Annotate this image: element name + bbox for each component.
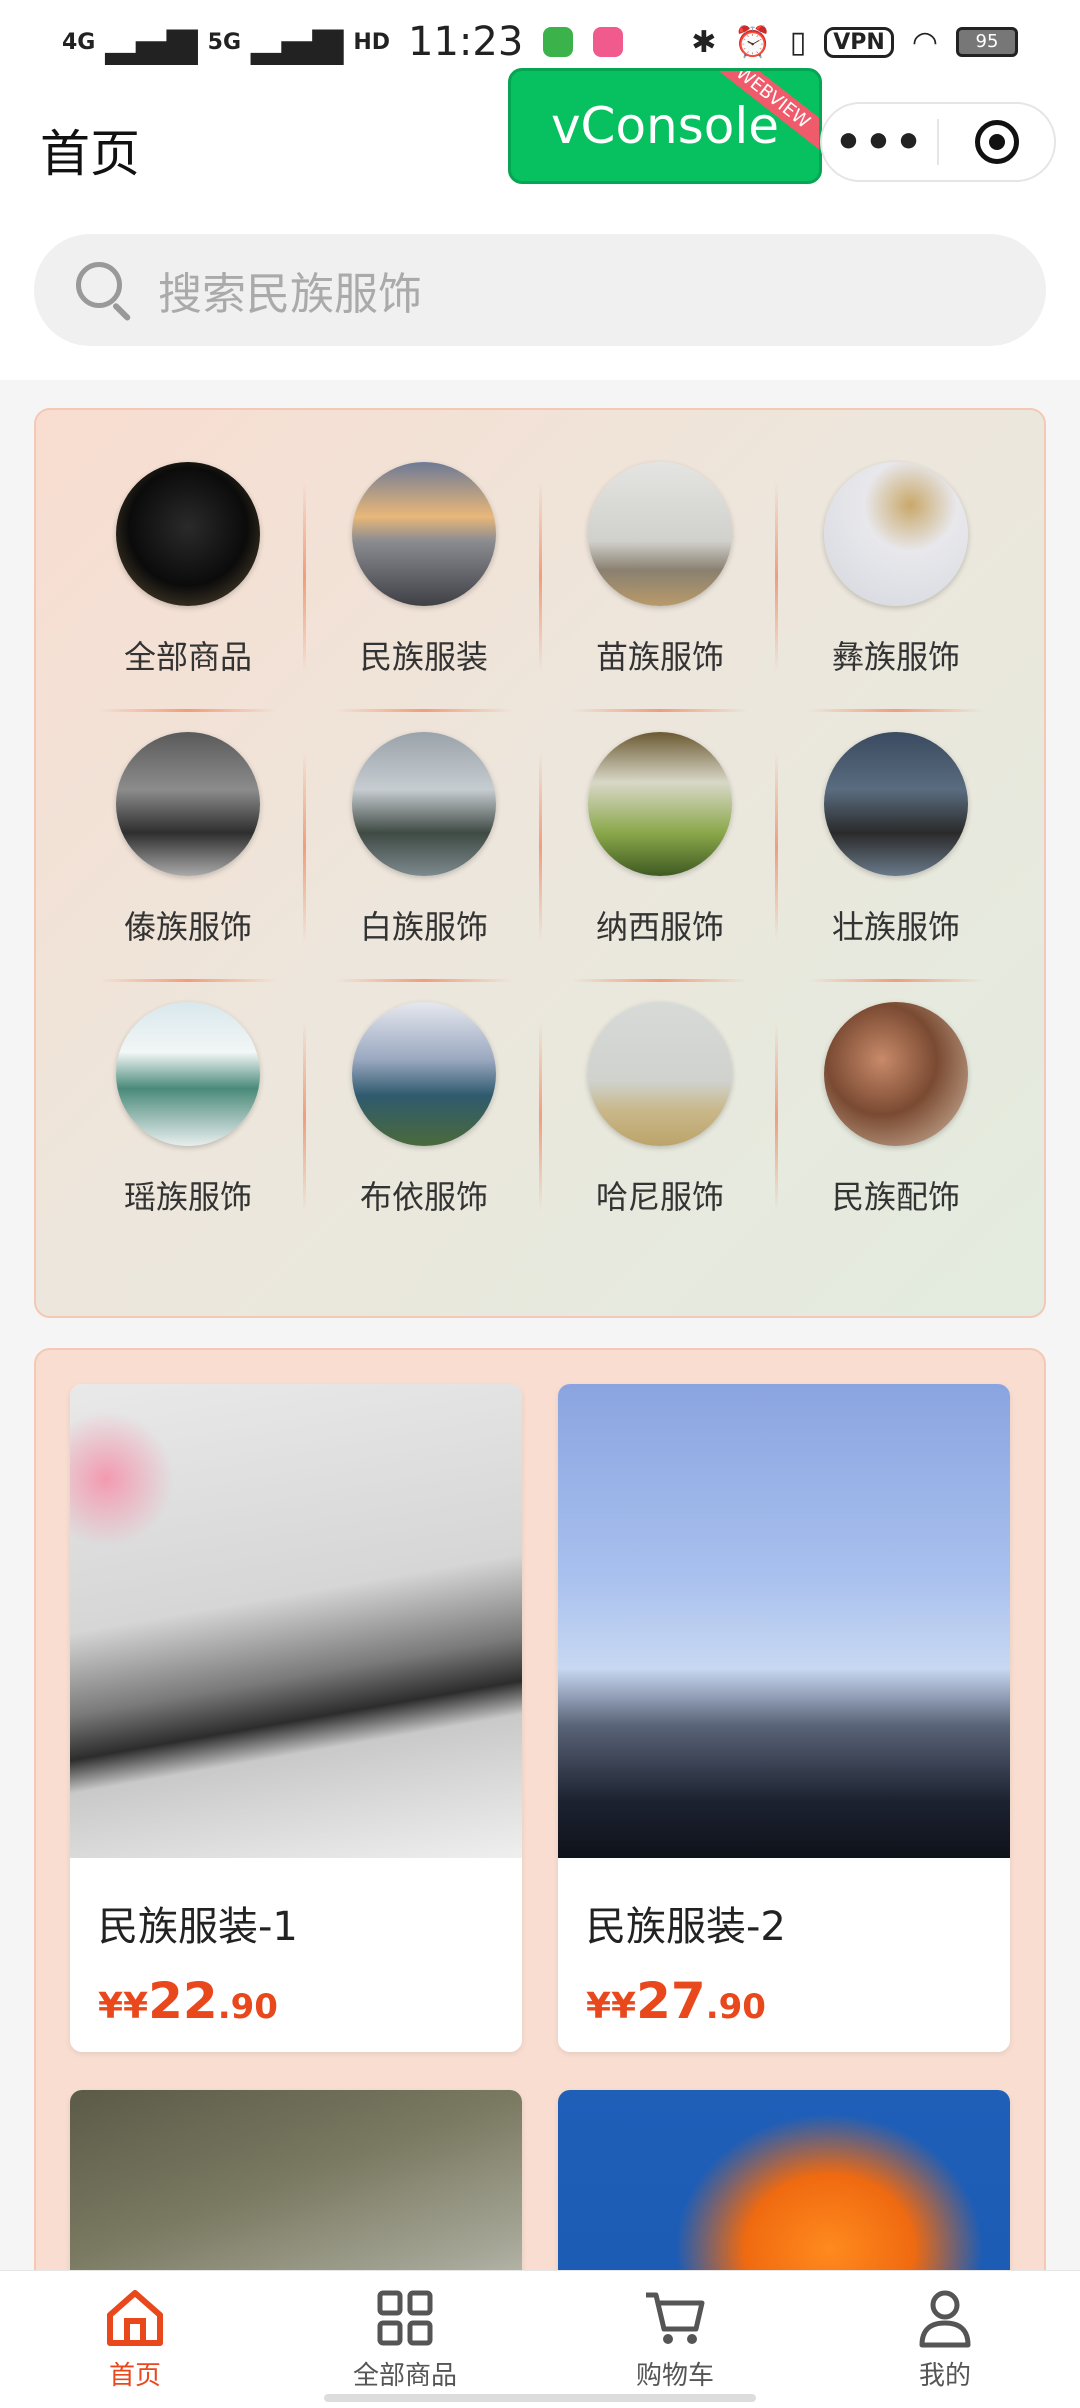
product-image-turntable[interactable] bbox=[70, 1384, 522, 1858]
category-item[interactable]: 民族服装 bbox=[306, 462, 542, 732]
category-item[interactable]: 傣族服饰 bbox=[70, 732, 306, 1002]
category-label: 壮族服饰 bbox=[831, 908, 960, 946]
grid-icon bbox=[377, 2290, 433, 2346]
search-placeholder: 搜索民族服饰 bbox=[158, 269, 422, 320]
app-notification-icon bbox=[593, 27, 624, 57]
tab-label: 首页 bbox=[108, 2361, 161, 2391]
product-price: ¥¥22.90 bbox=[98, 1972, 278, 2030]
product-card[interactable]: 民族服装-1 ¥¥22.90 bbox=[70, 1384, 522, 2052]
product-name: 民族服装-2 bbox=[586, 1904, 786, 1950]
category-thumbnail[interactable] bbox=[116, 462, 260, 606]
target-icon bbox=[974, 120, 1019, 164]
more-dots-icon: ••• bbox=[834, 116, 925, 168]
more-button[interactable]: ••• bbox=[822, 104, 937, 180]
app-notification-icon bbox=[543, 27, 574, 57]
category-divider bbox=[808, 979, 984, 982]
category-label: 布依服饰 bbox=[359, 1178, 488, 1216]
category-thumbnail[interactable] bbox=[352, 732, 496, 876]
category-item[interactable]: 苗族服饰 bbox=[542, 462, 778, 732]
category-label: 彝族服饰 bbox=[831, 638, 960, 676]
bluetooth-icon: ✱ bbox=[691, 24, 717, 60]
category-thumbnail[interactable] bbox=[824, 732, 968, 876]
product-name: 民族服装-1 bbox=[98, 1904, 298, 1950]
category-item[interactable]: 全部商品 bbox=[70, 462, 306, 732]
category-thumbnail[interactable] bbox=[824, 1002, 968, 1146]
category-item[interactable]: 瑶族服饰 bbox=[70, 1002, 306, 1272]
category-divider bbox=[100, 979, 276, 982]
signal-4g: 4G bbox=[62, 29, 96, 55]
tab-all-products[interactable]: 全部商品 bbox=[270, 2271, 540, 2408]
category-thumbnail[interactable] bbox=[588, 1002, 732, 1146]
clock: 11:23 bbox=[408, 19, 524, 65]
vconsole-label: vConsole bbox=[550, 97, 780, 155]
home-indicator bbox=[324, 2394, 756, 2402]
search-input[interactable]: 搜索民族服饰 bbox=[34, 234, 1046, 346]
battery-icon: 95 bbox=[956, 27, 1018, 57]
category-thumbnail[interactable] bbox=[588, 732, 732, 876]
hd-badge: HD bbox=[353, 29, 391, 55]
tab-label: 全部商品 bbox=[352, 2361, 457, 2391]
category-label: 白族服饰 bbox=[359, 908, 488, 946]
product-card[interactable]: 民族服装-2 ¥¥27.90 bbox=[558, 1384, 1010, 2052]
product-panel: 民族服装-1 ¥¥22.90 民族服装-2 ¥¥27.90 bbox=[34, 1348, 1046, 2408]
signal-bars-icon: ▂▄▆ bbox=[105, 19, 198, 65]
category-divider bbox=[100, 709, 276, 712]
category-label: 哈尼服饰 bbox=[595, 1178, 724, 1216]
home-icon bbox=[107, 2290, 163, 2346]
search-area: 搜索民族服饰 bbox=[0, 204, 1080, 380]
product-price: ¥¥27.90 bbox=[586, 1972, 766, 2030]
tab-cart[interactable]: 购物车 bbox=[540, 2271, 810, 2408]
signal-bars-icon: ▂▄▆ bbox=[251, 19, 344, 65]
category-divider bbox=[336, 709, 512, 712]
category-thumbnail[interactable] bbox=[588, 462, 732, 606]
miniprogram-capsule: ••• bbox=[820, 102, 1056, 182]
search-icon bbox=[74, 260, 134, 322]
category-item[interactable]: 民族配饰 bbox=[778, 1002, 1014, 1272]
category-divider bbox=[572, 709, 748, 712]
product-image-mountain[interactable] bbox=[558, 1384, 1010, 1858]
cart-icon bbox=[646, 2292, 705, 2344]
alarm-icon: ⏰ bbox=[734, 24, 772, 60]
category-item[interactable]: 壮族服饰 bbox=[778, 732, 1014, 1002]
vconsole-button[interactable]: vConsole WEBVIEW bbox=[508, 68, 822, 184]
category-thumbnail[interactable] bbox=[116, 732, 260, 876]
category-item[interactable]: 哈尼服饰 bbox=[542, 1002, 778, 1272]
category-thumbnail[interactable] bbox=[824, 462, 968, 606]
tab-home[interactable]: 首页 bbox=[0, 2271, 270, 2408]
category-label: 纳西服饰 bbox=[595, 908, 724, 946]
category-divider bbox=[808, 709, 984, 712]
category-item[interactable]: 彝族服饰 bbox=[778, 462, 1014, 732]
wifi-icon: ◠ bbox=[911, 24, 938, 60]
category-grid: 全部商品 民族服装 苗族服饰 彝族服饰傣族服饰 白族服饰 纳西服饰 壮族服饰瑶族服饰 布依服饰… bbox=[70, 462, 1014, 1272]
category-label: 傣族服饰 bbox=[123, 908, 252, 946]
category-item[interactable]: 布依服饰 bbox=[306, 1002, 542, 1272]
category-panel: 全部商品 民族服装 苗族服饰 彝族服饰傣族服饰 白族服饰 纳西服饰 壮族服饰瑶族服饰 布依服饰… bbox=[34, 408, 1046, 1318]
close-miniprogram-button[interactable] bbox=[939, 104, 1054, 180]
tab-bar: 首页 全部商品 购物车 我的 bbox=[0, 2270, 1080, 2408]
category-thumbnail[interactable] bbox=[116, 1002, 260, 1146]
category-thumbnail[interactable] bbox=[352, 1002, 496, 1146]
tab-label: 我的 bbox=[918, 2361, 971, 2391]
page-title: 首页 bbox=[40, 125, 140, 183]
category-divider bbox=[336, 979, 512, 982]
category-divider bbox=[572, 979, 748, 982]
category-item[interactable]: 纳西服饰 bbox=[542, 732, 778, 1002]
category-thumbnail[interactable] bbox=[352, 462, 496, 606]
category-label: 民族服装 bbox=[359, 638, 488, 676]
tab-label: 购物车 bbox=[635, 2361, 714, 2391]
category-label: 全部商品 bbox=[123, 638, 252, 676]
tab-profile[interactable]: 我的 bbox=[810, 2271, 1080, 2408]
user-icon bbox=[919, 2290, 971, 2348]
category-label: 苗族服饰 bbox=[595, 638, 724, 676]
category-label: 民族配饰 bbox=[831, 1178, 960, 1216]
vibrate-icon: ▯ bbox=[789, 24, 807, 60]
category-label: 瑶族服饰 bbox=[123, 1178, 252, 1216]
vpn-badge: VPN bbox=[824, 26, 894, 58]
category-item[interactable]: 白族服饰 bbox=[306, 732, 542, 1002]
signal-5g: 5G bbox=[207, 29, 242, 55]
